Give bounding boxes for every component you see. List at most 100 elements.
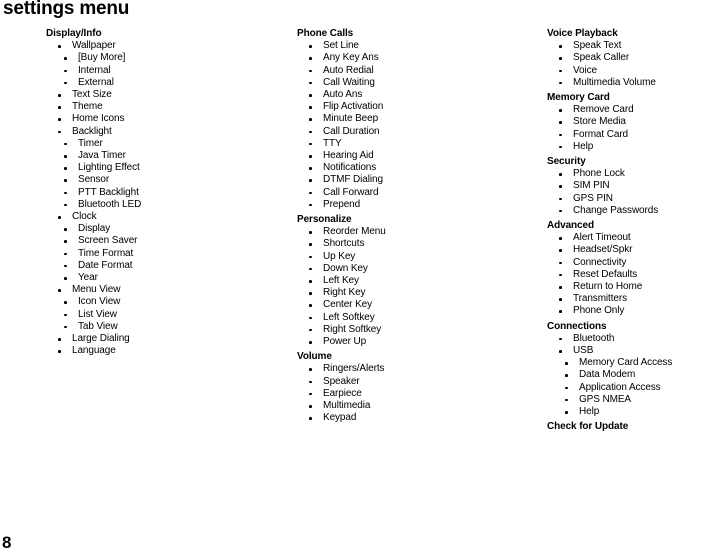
settings-item-icon-view[interactable]: Icon View <box>46 296 286 308</box>
settings-item-bluetooth-led[interactable]: Bluetooth LED <box>46 199 286 211</box>
settings-item-language[interactable]: Language <box>46 345 286 357</box>
settings-item-call-waiting[interactable]: Call Waiting <box>297 77 537 89</box>
bullet-icon <box>309 328 312 332</box>
settings-item-multimedia[interactable]: Multimedia <box>297 400 537 412</box>
settings-item-speak-text[interactable]: Speak Text <box>547 40 716 52</box>
settings-item-any-key-ans[interactable]: Any Key Ans <box>297 52 537 64</box>
settings-item-voice[interactable]: Voice <box>547 65 716 77</box>
settings-item-help[interactable]: Help <box>547 141 716 153</box>
settings-item-label: Help <box>579 406 600 418</box>
settings-item-ringers-alerts[interactable]: Ringers/Alerts <box>297 363 537 375</box>
settings-item-label: TTY <box>323 137 342 149</box>
settings-item-speaker[interactable]: Speaker <box>297 376 537 388</box>
settings-item-up-key[interactable]: Up Key <box>297 251 537 263</box>
settings-item-home-icons[interactable]: Home Icons <box>46 113 286 125</box>
settings-item-backlight[interactable]: Backlight Timer Java Timer Lighting Effect S… <box>46 126 286 211</box>
settings-item-application-access[interactable]: Application Access <box>547 382 716 394</box>
settings-item-large-dialing[interactable]: Large Dialing <box>46 333 286 345</box>
settings-item-gps-pin[interactable]: GPS PIN <box>547 193 716 205</box>
settings-item-time-format[interactable]: Time Format <box>46 248 286 260</box>
settings-list: Reorder Menu Shortcuts Up Key Down Key Left … <box>297 226 537 348</box>
bullet-icon <box>559 350 562 353</box>
settings-item-right-softkey[interactable]: Right Softkey <box>297 324 537 336</box>
settings-item-internal[interactable]: Internal <box>46 65 286 77</box>
settings-item-reset-defaults[interactable]: Reset Defaults <box>547 269 716 281</box>
settings-sublist: Timer Java Timer Lighting Effect Sensor PTT … <box>46 138 286 211</box>
settings-item-lighting-effect[interactable]: Lighting Effect <box>46 162 286 174</box>
settings-section-volume: Volume Ringers/Alerts Speaker Earpiece Multi… <box>297 351 537 424</box>
settings-item-help[interactable]: Help <box>547 406 716 418</box>
settings-item-store-media[interactable]: Store Media <box>547 116 716 128</box>
section-header: Personalize <box>297 214 352 226</box>
settings-item-wallpaper[interactable]: Wallpaper [Buy More] Internal External <box>46 40 286 89</box>
settings-item-menu-view[interactable]: Menu View Icon View List View Tab View <box>46 284 286 333</box>
settings-item-display[interactable]: Display <box>46 223 286 235</box>
settings-item-auto-ans[interactable]: Auto Ans <box>297 89 537 101</box>
settings-item-label: Left Softkey <box>323 311 375 323</box>
settings-item-power-up[interactable]: Power Up <box>297 336 537 348</box>
settings-item-bluetooth[interactable]: Bluetooth <box>547 333 716 345</box>
settings-item-label: Right Softkey <box>323 323 382 335</box>
settings-item-left-key[interactable]: Left Key <box>297 275 537 287</box>
settings-item-phone-lock[interactable]: Phone Lock <box>547 168 716 180</box>
settings-item-sim-pin[interactable]: SIM PIN <box>547 180 716 192</box>
settings-item-headset-spkr[interactable]: Headset/Spkr <box>547 244 716 256</box>
settings-item-timer[interactable]: Timer <box>46 138 286 150</box>
settings-item-buy-more[interactable]: [Buy More] <box>46 52 286 64</box>
settings-item-return-to-home[interactable]: Return to Home <box>547 281 716 293</box>
settings-item-auto-redial[interactable]: Auto Redial <box>297 65 537 77</box>
settings-item-prepend[interactable]: Prepend <box>297 199 537 211</box>
settings-item-call-forward[interactable]: Call Forward <box>297 187 537 199</box>
settings-item-gps-nmea[interactable]: GPS NMEA <box>547 394 716 406</box>
settings-item-phone-only[interactable]: Phone Only <box>547 305 716 317</box>
settings-item-down-key[interactable]: Down Key <box>297 263 537 275</box>
settings-item-multimedia-volume[interactable]: Multimedia Volume <box>547 77 716 89</box>
settings-item-dtmf-dialing[interactable]: DTMF Dialing <box>297 174 537 186</box>
settings-item-speak-caller[interactable]: Speak Caller <box>547 52 716 64</box>
bullet-icon <box>309 69 312 73</box>
settings-item-tab-view[interactable]: Tab View <box>46 321 286 333</box>
settings-item-set-line[interactable]: Set Line <box>297 40 537 52</box>
settings-item-list-view[interactable]: List View <box>46 309 286 321</box>
settings-item-flip-activation[interactable]: Flip Activation <box>297 101 537 113</box>
settings-item-label: Multimedia Volume <box>573 76 656 88</box>
settings-item-shortcuts[interactable]: Shortcuts <box>297 238 537 250</box>
settings-item-call-duration[interactable]: Call Duration <box>297 126 537 138</box>
settings-item-hearing-aid[interactable]: Hearing Aid <box>297 150 537 162</box>
settings-item-center-key[interactable]: Center Key <box>297 299 537 311</box>
settings-column-1: Display/Info Wallpaper [Buy More] Internal E… <box>46 28 286 357</box>
settings-item-alert-timeout[interactable]: Alert Timeout <box>547 232 716 244</box>
settings-item-format-card[interactable]: Format Card <box>547 129 716 141</box>
settings-item-theme[interactable]: Theme <box>46 101 286 113</box>
settings-item-keypad[interactable]: Keypad <box>297 412 537 424</box>
settings-item-left-softkey[interactable]: Left Softkey <box>297 312 537 324</box>
settings-item-right-key[interactable]: Right Key <box>297 287 537 299</box>
settings-item-java-timer[interactable]: Java Timer <box>46 150 286 162</box>
settings-item-date-format[interactable]: Date Format <box>46 260 286 272</box>
settings-item-change-passwords[interactable]: Change Passwords <box>547 205 716 217</box>
settings-item-sensor[interactable]: Sensor <box>46 174 286 186</box>
settings-section-display-info: Display/Info Wallpaper [Buy More] Internal E… <box>46 28 286 357</box>
settings-item-label: USB <box>573 345 594 357</box>
settings-item-notifications[interactable]: Notifications <box>297 162 537 174</box>
settings-item-usb[interactable]: USB Memory Card Access Data Modem Applicati… <box>547 345 716 418</box>
settings-item-ptt-backlight[interactable]: PTT Backlight <box>46 187 286 199</box>
settings-item-reorder-menu[interactable]: Reorder Menu <box>297 226 537 238</box>
settings-item-connectivity[interactable]: Connectivity <box>547 257 716 269</box>
settings-section-voice-playback: Voice Playback Speak Text Speak Caller Voic… <box>547 28 716 89</box>
settings-item-year[interactable]: Year <box>46 272 286 284</box>
settings-item-label: Backlight <box>72 125 112 137</box>
bullet-icon <box>58 130 61 134</box>
settings-item-screen-saver[interactable]: Screen Saver <box>46 235 286 247</box>
settings-item-external[interactable]: External <box>46 77 286 89</box>
settings-item-memory-card-access[interactable]: Memory Card Access <box>547 357 716 369</box>
settings-item-clock[interactable]: Clock Display Screen Saver Time Format Date … <box>46 211 286 284</box>
settings-item-transmitters[interactable]: Transmitters <box>547 293 716 305</box>
settings-item-text-size[interactable]: Text Size <box>46 89 286 101</box>
settings-item-data-modem[interactable]: Data Modem <box>547 369 716 381</box>
settings-item-minute-beep[interactable]: Minute Beep <box>297 113 537 125</box>
settings-item-remove-card[interactable]: Remove Card <box>547 104 716 116</box>
settings-item-label: Sensor <box>78 174 110 186</box>
settings-item-tty[interactable]: TTY <box>297 138 537 150</box>
settings-item-earpiece[interactable]: Earpiece <box>297 388 537 400</box>
